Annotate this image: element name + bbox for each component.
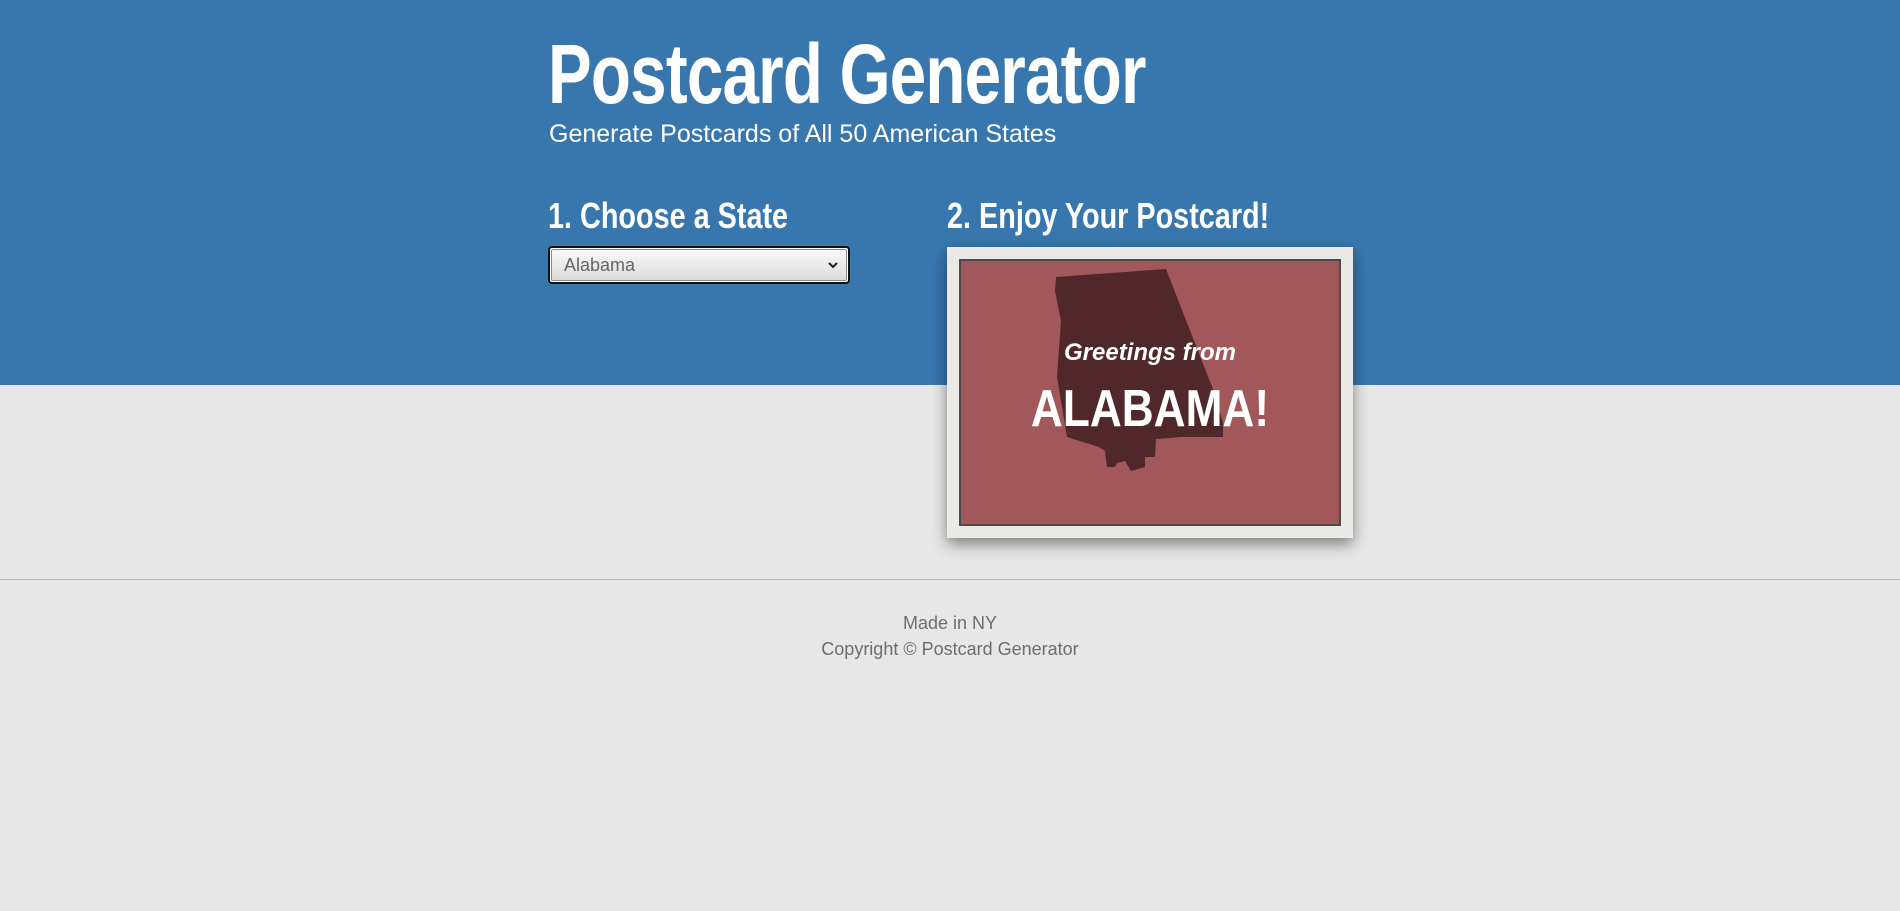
enjoy-postcard-heading: 2. Enjoy Your Postcard! — [947, 195, 1270, 236]
footer-copyright: Copyright © Postcard Generator — [821, 639, 1079, 659]
page-subtitle: Generate Postcards of All 50 American St… — [549, 120, 1057, 148]
state-select-value: Alabama — [564, 254, 636, 275]
chevron-down-icon — [828, 262, 838, 269]
postcard-state-name: ALABAMA! — [1030, 380, 1270, 438]
state-select-box[interactable]: Alabama — [551, 249, 847, 281]
postcard: Greetings from ALABAMA! — [947, 247, 1353, 538]
footer-divider — [0, 579, 1900, 580]
footer-made-in: Made in NY — [902, 613, 998, 633]
choose-state-heading: 1. Choose a State — [548, 195, 789, 236]
state-select[interactable]: Alabama — [548, 246, 850, 284]
postcard-face: Greetings from ALABAMA! — [959, 259, 1341, 526]
page-title: Postcard Generator — [548, 27, 1146, 121]
postcard-greeting: Greetings from — [1063, 339, 1237, 366]
